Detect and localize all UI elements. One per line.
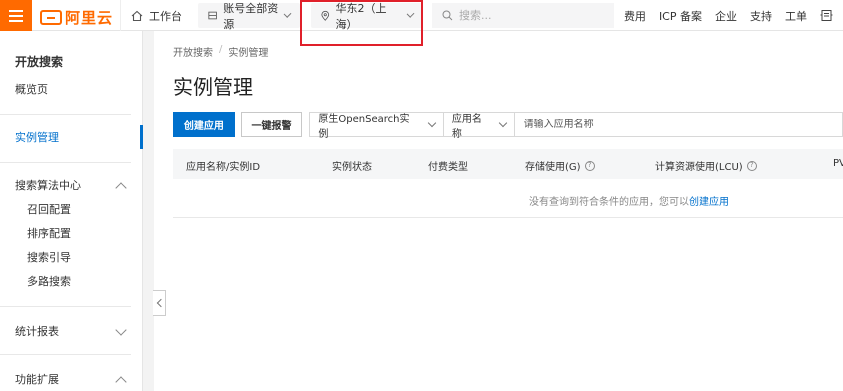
sidebar-collapse-button[interactable]	[153, 290, 166, 316]
aliyun-logo-icon	[40, 10, 62, 25]
top-navigation-bar: 阿里云 工作台 账号全部资源 华东2（上海） 费用 ICP 备案 企业 支持 工…	[0, 0, 843, 31]
search-field-select[interactable]: 应用名称	[443, 112, 515, 140]
sidebar-item-sort-config[interactable]: 排序配置	[0, 221, 143, 245]
logo-text: 阿里云	[65, 9, 114, 27]
sidebar-item-recall-config[interactable]: 召回配置	[0, 197, 143, 221]
column-header-storage: 存储使用(G) ?	[525, 158, 595, 173]
top-links: 费用 ICP 备案 企业 支持 工单	[624, 0, 833, 31]
sidebar: 开放搜索 概览页 实例管理 搜索算法中心 召回配置 排序配置 搜索引导 多路搜索…	[0, 31, 143, 391]
enterprise-link[interactable]: 企业	[715, 8, 737, 24]
column-header: 实例状态	[332, 162, 372, 173]
hamburger-menu-icon[interactable]	[0, 0, 32, 31]
empty-table-row: 没有查询到符合条件的应用，您可以创建应用	[173, 180, 843, 218]
column-header: 付费类型	[428, 162, 468, 173]
sidebar-item-multi-search[interactable]: 多路搜索	[0, 269, 143, 293]
sidebar-group-extensions[interactable]: 功能扩展	[0, 367, 143, 391]
sidebar-group-label: 功能扩展	[15, 373, 59, 386]
instance-type-select[interactable]: 原生OpenSearch实例	[309, 112, 444, 140]
divider	[0, 306, 131, 307]
resource-icon	[208, 11, 217, 20]
breadcrumb-separator: /	[219, 44, 223, 55]
message-icon[interactable]	[820, 9, 833, 22]
search-field-value: 应用名称	[451, 113, 482, 140]
empty-text: 没有查询到符合条件的应用，您可以	[529, 197, 689, 208]
column-header-label: 计算资源使用(LCU)	[655, 162, 743, 173]
chevron-left-icon	[156, 298, 165, 308]
region-label: 华东2（上海）	[335, 1, 387, 31]
billing-link[interactable]: 费用	[624, 8, 646, 24]
help-icon[interactable]: ?	[746, 160, 757, 171]
instance-type-value: 原生OpenSearch实例	[318, 113, 410, 140]
sidebar-title: 开放搜索	[15, 55, 64, 69]
home-icon	[131, 10, 143, 21]
global-search-input[interactable]	[459, 9, 599, 22]
sidebar-group-label: 统计报表	[15, 325, 59, 338]
workbench-button[interactable]: 工作台	[120, 0, 192, 31]
location-pin-icon	[321, 10, 330, 21]
breadcrumb: 开放搜索 / 实例管理	[173, 44, 268, 59]
divider	[0, 354, 131, 355]
search-icon	[442, 10, 453, 21]
account-scope-label: 账号全部资源	[223, 1, 279, 31]
chevron-up-icon	[115, 376, 127, 388]
divider	[0, 162, 131, 163]
sidebar-scrollbar[interactable]	[143, 31, 154, 391]
sidebar-item-search-guide[interactable]: 搜索引导	[0, 245, 143, 269]
global-search[interactable]	[432, 3, 614, 28]
sidebar-group-label: 搜索算法中心	[15, 179, 81, 192]
breadcrumb-item: 实例管理	[228, 48, 269, 59]
one-click-alarm-button[interactable]: 一键报警	[240, 112, 303, 137]
column-header: 应用名称/实例ID	[186, 162, 261, 173]
help-icon[interactable]: ?	[584, 160, 595, 171]
chevron-up-icon	[115, 182, 127, 194]
create-app-link[interactable]: 创建应用	[689, 197, 729, 208]
app-name-search[interactable]	[514, 112, 843, 137]
chevron-down-icon	[283, 10, 292, 18]
region-selector[interactable]: 华东2（上海）	[311, 2, 423, 31]
sidebar-item-overview[interactable]: 概览页	[0, 77, 143, 101]
workbench-label: 工作台	[149, 9, 182, 23]
chevron-down-icon	[115, 324, 127, 336]
app-name-input[interactable]	[523, 119, 842, 130]
account-scope-dropdown[interactable]: 账号全部资源	[198, 2, 300, 31]
empty-message: 没有查询到符合条件的应用，您可以创建应用	[529, 193, 729, 208]
toolbar: 创建应用 一键报警 原生OpenSearch实例 应用名称	[173, 112, 843, 140]
chevron-down-icon	[406, 10, 415, 18]
chevron-down-icon	[498, 118, 507, 128]
breadcrumb-item[interactable]: 开放搜索	[173, 44, 213, 59]
sidebar-item-instance-management[interactable]: 实例管理	[0, 125, 143, 149]
support-link[interactable]: 支持	[750, 8, 772, 24]
aliyun-logo[interactable]: 阿里云	[40, 7, 113, 28]
sidebar-group-stats[interactable]: 统计报表	[0, 319, 143, 343]
column-header-compute: 计算资源使用(LCU) ?	[655, 158, 757, 173]
table-header: 应用名称/实例ID 实例状态 付费类型 存储使用(G) ? 计算资源使用(LCU…	[173, 149, 843, 179]
column-header: PV	[833, 158, 843, 169]
create-app-button[interactable]: 创建应用	[173, 112, 235, 137]
chevron-down-icon	[427, 118, 437, 128]
divider	[0, 114, 131, 115]
sidebar-group-algo-center[interactable]: 搜索算法中心	[0, 173, 143, 197]
page-title: 实例管理	[173, 75, 253, 99]
icp-link[interactable]: ICP 备案	[659, 8, 702, 24]
ticket-link[interactable]: 工单	[785, 8, 807, 24]
column-header-label: 存储使用(G)	[525, 162, 581, 173]
